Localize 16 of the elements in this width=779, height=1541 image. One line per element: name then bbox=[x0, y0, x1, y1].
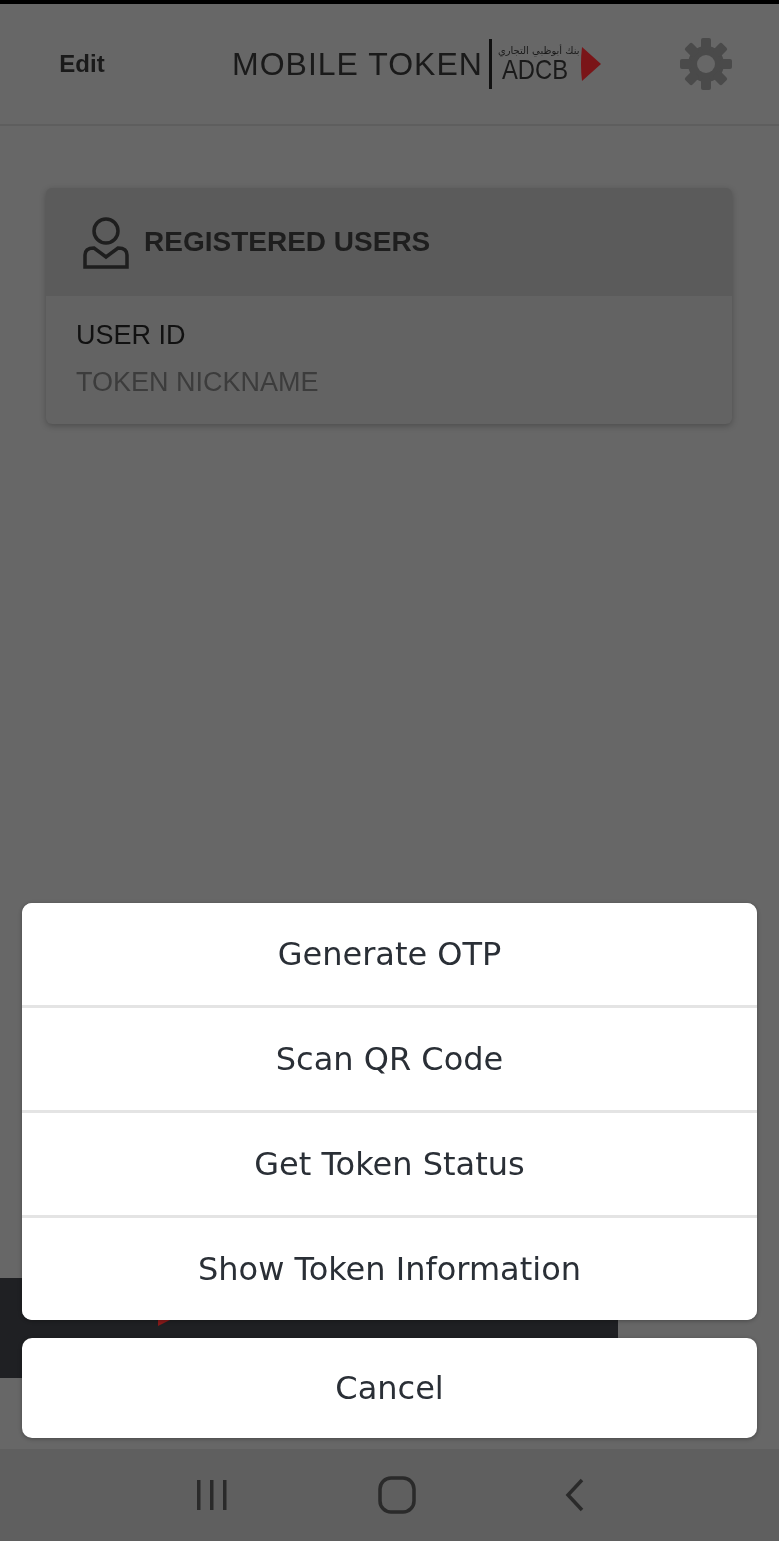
logo-arabic-text: بنك أبوظبي التجاري bbox=[497, 44, 580, 56]
action-option[interactable]: Scan QR Code bbox=[22, 1008, 757, 1110]
app-title: MOBILE TOKEN bbox=[232, 45, 483, 83]
user-id-label: USER ID bbox=[76, 320, 187, 351]
logo-text: ADCB bbox=[501, 55, 568, 84]
settings-icon[interactable] bbox=[679, 37, 733, 91]
logo-triangle-icon bbox=[579, 45, 602, 83]
user-icon bbox=[82, 215, 130, 269]
home-icon[interactable] bbox=[377, 1476, 416, 1514]
action-option[interactable]: Generate OTP bbox=[22, 903, 757, 1005]
card-title: REGISTERED USERS bbox=[144, 226, 431, 258]
action-option[interactable]: Get Token Status bbox=[22, 1113, 757, 1215]
back-icon[interactable] bbox=[564, 1478, 585, 1512]
recent-apps-icon[interactable] bbox=[194, 1479, 229, 1511]
action-option[interactable]: Show Token Information bbox=[22, 1218, 757, 1320]
cancel-button[interactable]: Cancel bbox=[22, 1338, 757, 1438]
